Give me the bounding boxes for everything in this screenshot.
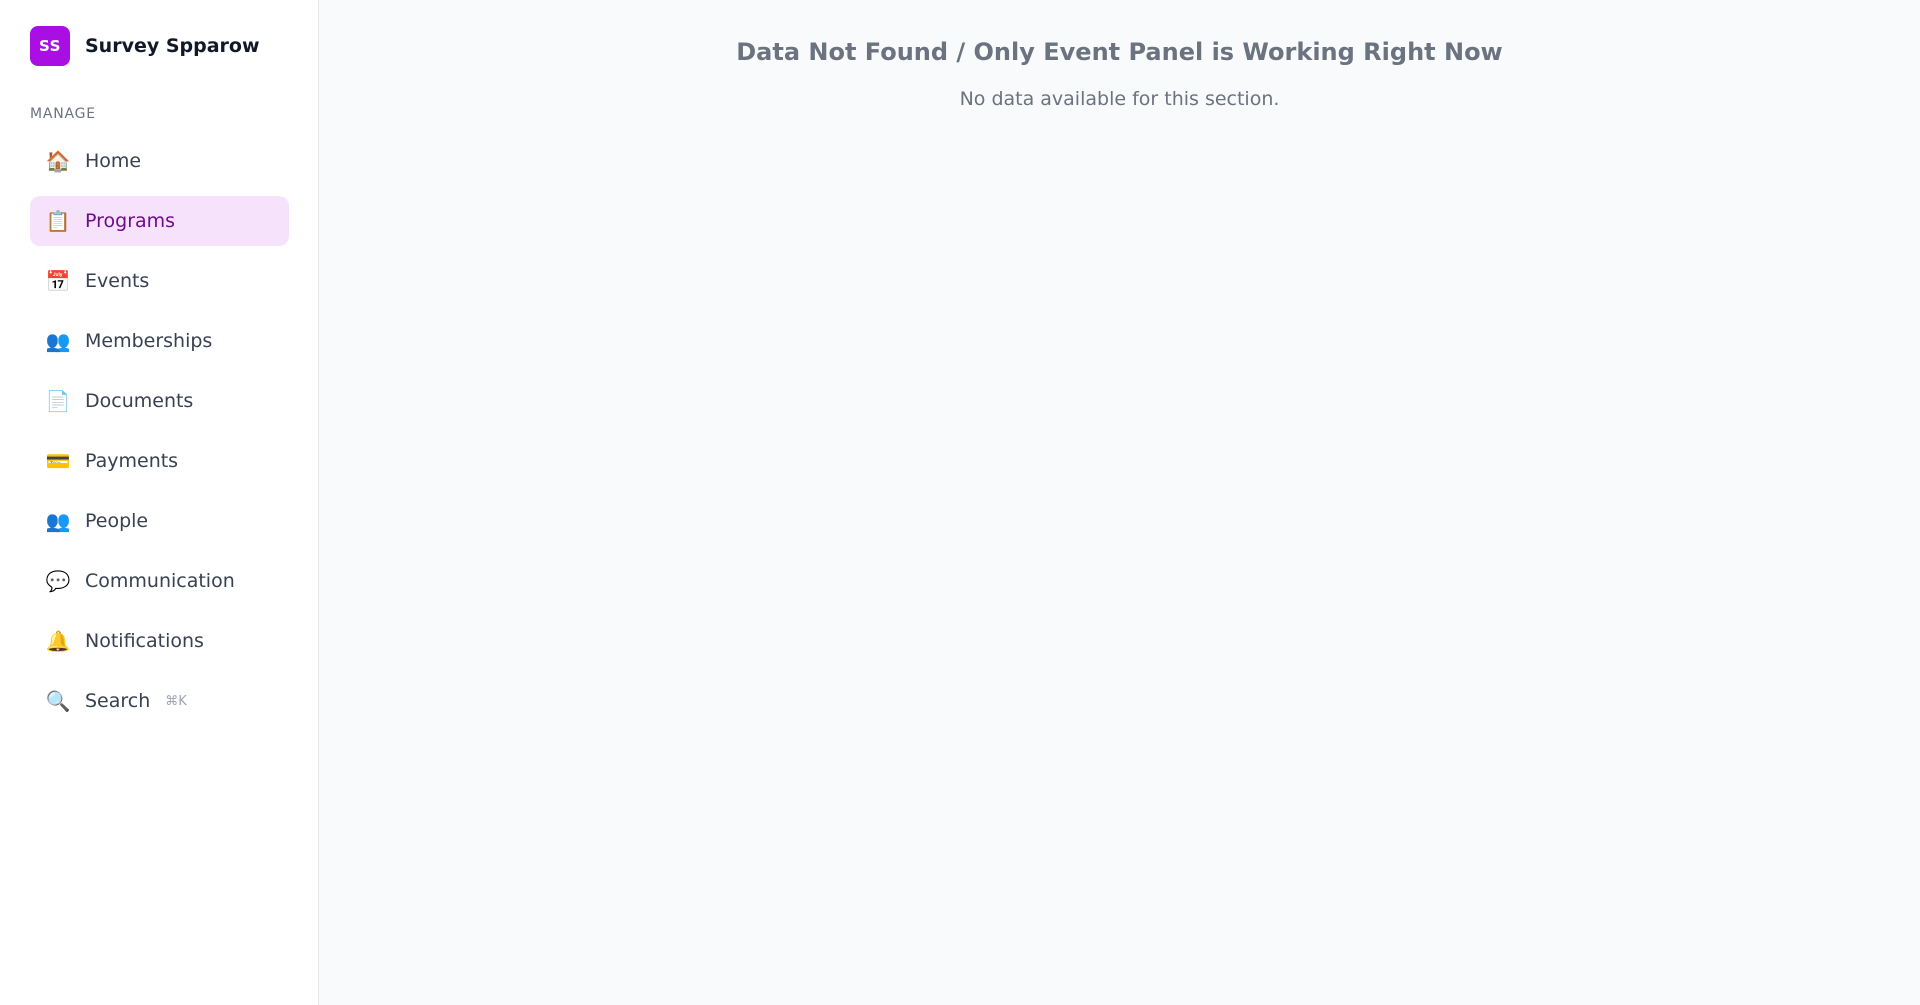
bell-icon: 🔔 — [45, 629, 71, 653]
sidebar-nav: 🏠 Home 📋 Programs 📅 Events 👥 Memberships 📄 Docume… — [30, 136, 289, 726]
brand[interactable]: SS Survey Spparow — [30, 0, 288, 92]
people-icon: 👥 — [45, 509, 71, 533]
sidebar-item-documents[interactable]: 📄 Documents — [30, 376, 289, 426]
house-icon: 🏠 — [45, 149, 71, 173]
sidebar-item-label: Notifications — [85, 630, 204, 652]
sidebar-item-programs[interactable]: 📋 Programs — [30, 196, 289, 246]
sidebar-item-search[interactable]: 🔍 Search ⌘K — [30, 676, 289, 726]
sidebar-item-label: Payments — [85, 450, 179, 472]
keyboard-shortcut-hint: ⌘K — [165, 693, 187, 709]
search-icon: 🔍 — [45, 689, 71, 713]
brand-name: Survey Spparow — [85, 35, 260, 57]
sidebar-item-label: Memberships — [85, 330, 213, 352]
sidebar-item-home[interactable]: 🏠 Home — [30, 136, 289, 186]
sidebar-item-people[interactable]: 👥 People — [30, 496, 289, 546]
sidebar-item-memberships[interactable]: 👥 Memberships — [30, 316, 289, 366]
sidebar-item-label: Programs — [85, 210, 176, 232]
brand-logo: SS — [30, 26, 70, 66]
sidebar-item-events[interactable]: 📅 Events — [30, 256, 289, 306]
sidebar-item-label: Communication — [85, 570, 235, 592]
main-content: Data Not Found / Only Event Panel is Wor… — [319, 0, 1920, 1005]
sidebar-item-label: Events — [85, 270, 150, 292]
sidebar-item-notifications[interactable]: 🔔 Notifications — [30, 616, 289, 666]
section-label-manage: MANAGE — [30, 106, 96, 122]
document-icon: 📄 — [45, 389, 71, 413]
credit-card-icon: 💳 — [45, 449, 71, 473]
app-root: SS Survey Spparow MANAGE 🏠 Home 📋 Programs 📅… — [0, 0, 1920, 1005]
sidebar-item-payments[interactable]: 💳 Payments — [30, 436, 289, 486]
sidebar-item-label: Documents — [85, 390, 194, 412]
speech-bubble-icon: 💬 — [45, 569, 71, 593]
sidebar: SS Survey Spparow MANAGE 🏠 Home 📋 Programs 📅… — [0, 0, 319, 1005]
sidebar-item-label: Home — [85, 150, 142, 172]
clipboard-icon: 📋 — [45, 209, 71, 233]
sidebar-item-label: People — [85, 510, 149, 532]
empty-state-title: Data Not Found / Only Event Panel is Wor… — [736, 38, 1503, 66]
sidebar-item-communication[interactable]: 💬 Communication — [30, 556, 289, 606]
calendar-icon: 📅 — [45, 269, 71, 293]
sidebar-item-label: Search — [85, 690, 151, 712]
empty-state-message: No data available for this section. — [959, 88, 1280, 110]
people-icon: 👥 — [45, 329, 71, 353]
